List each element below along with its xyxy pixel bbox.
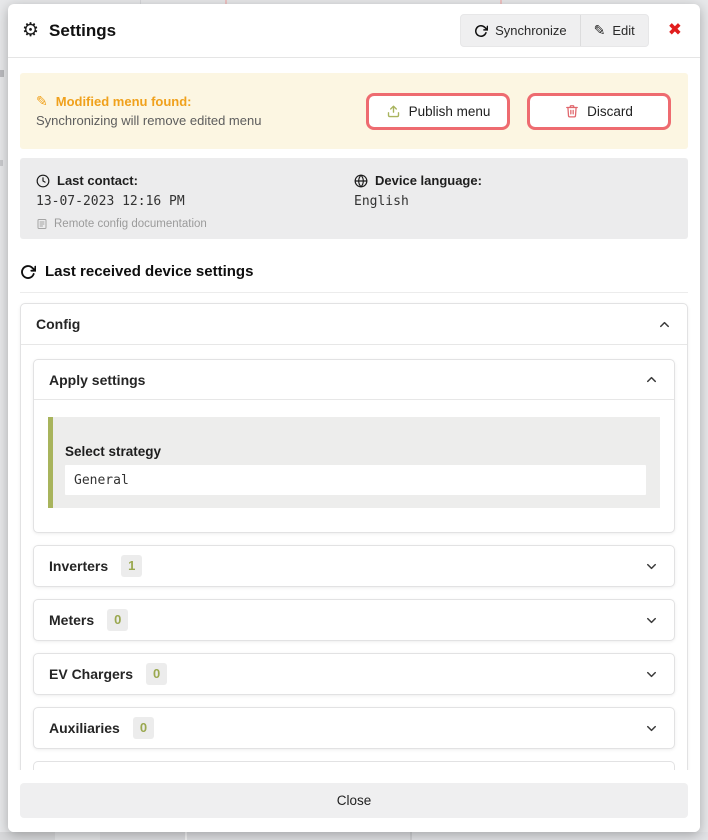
background-page-fragment: [0, 70, 4, 77]
chevron-down-icon: [644, 613, 659, 628]
config-accordion: Config Apply settings Select strategy Ge…: [20, 303, 688, 770]
device-language-column: Device language: English: [354, 173, 672, 239]
modal-header: ⚙ Settings Synchronize ✎ Edit ✖: [8, 4, 700, 58]
apply-settings-accordion: Apply settings Select strategy General: [33, 359, 675, 533]
clipped-accordion-row: [33, 761, 675, 770]
section-heading-label: Last received device settings: [45, 263, 253, 280]
banner-actions: Publish menu Discard: [366, 93, 671, 130]
modal-footer: Close: [8, 770, 700, 832]
last-contact-value: 13-07-2023 12:16 PM: [36, 194, 354, 209]
clock-icon: [36, 174, 50, 188]
close-button[interactable]: Close: [20, 783, 688, 818]
ev-chargers-accordion: EV Chargers 0: [33, 653, 675, 695]
last-contact-label: Last contact:: [57, 173, 138, 188]
config-accordion-header[interactable]: Config: [21, 304, 687, 345]
gear-icon: ⚙: [22, 21, 39, 40]
refresh-icon: [474, 24, 488, 38]
apply-settings-header[interactable]: Apply settings: [34, 360, 674, 400]
divider: [20, 292, 688, 293]
background-page-fragment: [412, 832, 708, 840]
device-info-section: Last contact: 13-07-2023 12:16 PM Remote…: [20, 158, 688, 239]
trash-icon: [565, 104, 579, 118]
edit-button[interactable]: ✎ Edit: [580, 15, 648, 46]
select-strategy-label: Select strategy: [65, 444, 646, 459]
modified-menu-banner: ✎ Modified menu found: Synchronizing wil…: [20, 73, 688, 149]
synchronize-label: Synchronize: [495, 23, 567, 38]
settings-modal: ⚙ Settings Synchronize ✎ Edit ✖ ✎ Modifi…: [8, 4, 700, 832]
ev-chargers-label: EV Chargers: [49, 666, 133, 682]
device-language-label: Device language:: [375, 173, 482, 188]
remote-config-doc-label: Remote config documentation: [54, 218, 207, 230]
auxiliaries-label: Auxiliaries: [49, 720, 120, 736]
pencil-icon: ✎: [594, 24, 606, 38]
page-title: Settings: [49, 21, 116, 41]
device-language-label-row: Device language:: [354, 173, 672, 188]
ev-chargers-count-badge: 0: [146, 663, 167, 685]
select-strategy-field: General: [65, 465, 646, 495]
inverters-header[interactable]: Inverters 1: [34, 546, 674, 586]
background-page-fragment: [0, 160, 3, 166]
upload-icon: [386, 104, 401, 119]
edit-label: Edit: [612, 23, 634, 38]
background-page-fragment: [55, 832, 100, 840]
banner-title-row: ✎ Modified menu found:: [36, 94, 261, 109]
chevron-down-icon: [644, 721, 659, 736]
globe-icon: [354, 174, 368, 188]
refresh-icon: [20, 264, 36, 280]
meters-accordion: Meters 0: [33, 599, 675, 641]
meters-header[interactable]: Meters 0: [34, 600, 674, 640]
pencil-icon: ✎: [36, 95, 48, 109]
apply-settings-label: Apply settings: [49, 372, 145, 388]
last-contact-label-row: Last contact:: [36, 173, 354, 188]
meters-label: Meters: [49, 612, 94, 628]
chevron-up-icon: [644, 372, 659, 387]
discard-label: Discard: [587, 104, 633, 119]
discard-button[interactable]: Discard: [527, 93, 671, 130]
publish-menu-label: Publish menu: [409, 104, 491, 119]
chevron-up-icon: [657, 317, 672, 332]
config-label: Config: [36, 316, 80, 332]
banner-text: ✎ Modified menu found: Synchronizing wil…: [36, 94, 261, 128]
banner-subtitle: Synchronizing will remove edited menu: [36, 113, 261, 128]
background-page-fragment: [187, 832, 410, 840]
apply-settings-body: Select strategy General: [34, 400, 674, 532]
modal-body: ✎ Modified menu found: Synchronizing wil…: [8, 58, 700, 770]
publish-menu-button[interactable]: Publish menu: [366, 93, 510, 130]
device-language-value: English: [354, 194, 672, 209]
last-contact-column: Last contact: 13-07-2023 12:16 PM Remote…: [36, 173, 354, 239]
auxiliaries-header[interactable]: Auxiliaries 0: [34, 708, 674, 748]
inverters-accordion: Inverters 1: [33, 545, 675, 587]
remote-config-doc-link[interactable]: Remote config documentation: [36, 218, 354, 230]
banner-title: Modified menu found:: [56, 94, 192, 109]
ev-chargers-header[interactable]: EV Chargers 0: [34, 654, 674, 694]
config-accordion-body: Apply settings Select strategy General I…: [21, 345, 687, 770]
inverters-label: Inverters: [49, 558, 108, 574]
chevron-down-icon: [644, 559, 659, 574]
close-icon[interactable]: ✖: [666, 20, 684, 41]
header-button-group: Synchronize ✎ Edit: [460, 14, 649, 47]
inverters-count-badge: 1: [121, 555, 142, 577]
auxiliaries-count-badge: 0: [133, 717, 154, 739]
background-page-fragment: [100, 832, 185, 840]
document-icon: [36, 218, 48, 230]
select-strategy-block: Select strategy General: [48, 417, 660, 508]
meters-count-badge: 0: [107, 609, 128, 631]
synchronize-button[interactable]: Synchronize: [461, 15, 580, 46]
background-page-fragment: [0, 832, 55, 840]
chevron-down-icon: [644, 667, 659, 682]
last-received-settings-heading: Last received device settings: [20, 263, 688, 280]
auxiliaries-accordion: Auxiliaries 0: [33, 707, 675, 749]
